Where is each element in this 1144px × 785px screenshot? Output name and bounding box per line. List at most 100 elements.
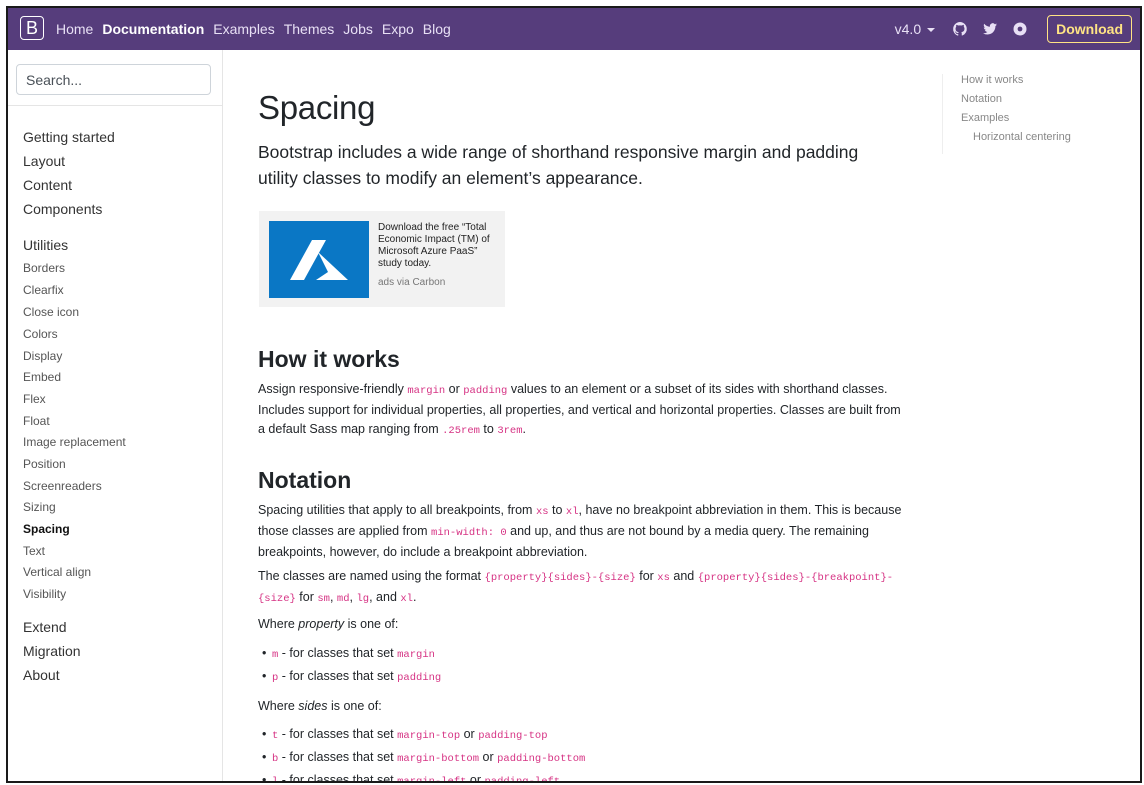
version-label: v4.0 (894, 21, 922, 37)
nav-documentation[interactable]: Documentation (102, 21, 204, 37)
code-sm: sm (317, 593, 330, 605)
version-dropdown[interactable]: v4.0 (894, 21, 936, 37)
code-value: margin-bottom (397, 753, 480, 765)
heading-notation: Notation (258, 467, 352, 493)
nav-links: Home Documentation Examples Themes Jobs … (56, 8, 460, 50)
text-run: or (460, 727, 479, 741)
sidebar-item-layout[interactable]: Layout (23, 153, 65, 169)
sidebar-item-content[interactable]: Content (23, 177, 72, 193)
chevron-down-icon (927, 28, 936, 33)
sidebar-sub-colors[interactable]: Colors (23, 327, 58, 341)
code-value: padding (397, 672, 442, 684)
text-run: is one of: (327, 699, 382, 713)
sides-intro: Where sides is one of: (258, 697, 908, 716)
code-value: margin-top (397, 730, 461, 742)
text-run: , (329, 590, 337, 604)
search-container: Search... (8, 50, 222, 106)
nav-home[interactable]: Home (56, 21, 93, 37)
download-button[interactable]: Download (1047, 15, 1132, 43)
notation-paragraph-1: Spacing utilities that apply to all brea… (258, 501, 908, 562)
page-title: Spacing (258, 89, 376, 126)
sidebar-item-components[interactable]: Components (23, 201, 102, 217)
sidebar-item-about[interactable]: About (23, 667, 60, 683)
code-min-width: min-width: 0 (431, 527, 507, 539)
docs-sidebar: Search... Getting started Layout Content… (8, 50, 223, 781)
code-md: md (336, 593, 350, 605)
sidebar-sub-display[interactable]: Display (23, 349, 62, 363)
list-item: b - for classes that set margin-bottom o… (262, 750, 586, 765)
toc-examples[interactable]: Examples (961, 112, 1009, 124)
sidebar-sub-clearfix[interactable]: Clearfix (23, 283, 64, 297)
toc-notation[interactable]: Notation (961, 93, 1002, 105)
slack-icon[interactable] (1011, 20, 1029, 38)
text-run: Spacing utilities that apply to all brea… (258, 503, 536, 517)
toc-how-it-works[interactable]: How it works (961, 74, 1023, 86)
code-format-1: {property}{sides}-{size} (484, 572, 636, 584)
sidebar-sub-borders[interactable]: Borders (23, 261, 65, 275)
browser-frame: B Home Documentation Examples Themes Job… (6, 6, 1142, 783)
sidebar-sub-vertical-align[interactable]: Vertical align (23, 565, 91, 579)
sidebar-sub-flex[interactable]: Flex (23, 392, 46, 406)
ad-via-link[interactable]: ads via Carbon (378, 277, 445, 288)
top-navbar: B Home Documentation Examples Themes Job… (8, 8, 1140, 50)
code-xs: xs (535, 506, 549, 518)
code-value: padding-bottom (497, 753, 586, 765)
sidebar-sub-close-icon[interactable]: Close icon (23, 305, 79, 319)
text-run: or (479, 750, 498, 764)
text-run: . (412, 590, 417, 604)
text-run: or (466, 773, 485, 783)
nav-examples[interactable]: Examples (213, 21, 274, 37)
code-value: margin-left (397, 776, 467, 783)
text-run: - for classes that set (278, 646, 398, 660)
text-run: is one of: (344, 617, 399, 631)
text-run: and (669, 569, 698, 583)
text-run: - for classes that set (278, 773, 398, 783)
code-lg: lg (356, 593, 370, 605)
code-padding: padding (463, 385, 508, 397)
code-value: padding-left (484, 776, 561, 783)
search-input[interactable]: Search... (16, 64, 211, 95)
twitter-icon[interactable] (981, 20, 999, 38)
github-icon[interactable] (951, 20, 969, 38)
code-xs: xs (657, 572, 670, 584)
sidebar-sub-spacing[interactable]: Spacing (23, 522, 70, 536)
sidebar-item-extend[interactable]: Extend (23, 619, 67, 635)
text-emphasis: property (298, 617, 345, 631)
sidebar-sub-screenreaders[interactable]: Screenreaders (23, 479, 102, 493)
nav-expo[interactable]: Expo (382, 21, 414, 37)
sidebar-item-migration[interactable]: Migration (23, 643, 81, 659)
text-run: - for classes that set (278, 727, 398, 741)
text-run: . (522, 422, 527, 436)
nav-right: v4.0 Download (895, 8, 1132, 50)
search-placeholder: Search... (26, 71, 83, 88)
sidebar-sub-visibility[interactable]: Visibility (23, 587, 66, 601)
sidebar-sub-text[interactable]: Text (23, 544, 45, 558)
text-run: for (295, 590, 318, 604)
code-max-size: 3rem (497, 425, 523, 437)
sidebar-sub-sizing[interactable]: Sizing (23, 500, 56, 514)
list-item: m - for classes that set margin (262, 646, 435, 661)
text-run: , and (369, 590, 401, 604)
nav-blog[interactable]: Blog (423, 21, 451, 37)
code-margin: margin (407, 385, 446, 397)
carbon-ad[interactable]: Download the free “Total Economic Impact… (259, 211, 505, 307)
toc-horizontal-centering[interactable]: Horizontal centering (973, 131, 1071, 143)
list-item: t - for classes that set margin-top or p… (262, 727, 548, 742)
heading-how-it-works: How it works (258, 346, 400, 372)
sidebar-sub-image-replacement[interactable]: Image replacement (23, 435, 126, 449)
sidebar-item-getting-started[interactable]: Getting started (23, 129, 115, 145)
text-run: Where (258, 617, 299, 631)
code-value: padding-top (478, 730, 548, 742)
sidebar-item-utilities[interactable]: Utilities (23, 237, 68, 253)
bootstrap-logo[interactable]: B (20, 16, 44, 40)
sidebar-sub-position[interactable]: Position (23, 457, 66, 471)
azure-logo-icon[interactable] (269, 221, 369, 298)
sidebar-sub-float[interactable]: Float (23, 414, 50, 428)
nav-themes[interactable]: Themes (284, 21, 335, 37)
ad-text[interactable]: Download the free “Total Economic Impact… (378, 222, 503, 270)
notation-paragraph-2: The classes are named using the format {… (258, 567, 908, 609)
sidebar-sub-embed[interactable]: Embed (23, 370, 61, 384)
nav-jobs[interactable]: Jobs (343, 21, 373, 37)
text-run: Where (258, 699, 299, 713)
text-run: The classes are named using the format (258, 569, 485, 583)
